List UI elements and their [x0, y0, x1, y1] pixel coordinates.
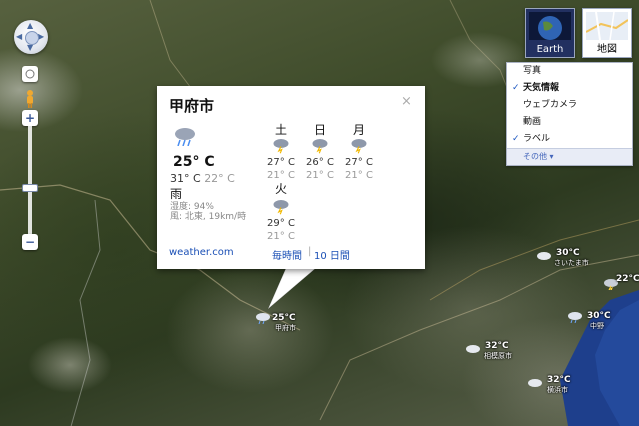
- pan-down-icon[interactable]: ▼: [27, 44, 33, 52]
- zoom-control: + −: [22, 66, 38, 250]
- map-marker-temp: 25°C: [272, 313, 296, 323]
- map-marker-place: 甲府市: [275, 324, 296, 332]
- pegman-icon[interactable]: [25, 90, 35, 108]
- forecast-low: 21° C: [306, 170, 334, 181]
- layer-more-toggle[interactable]: その他 ▾: [507, 148, 632, 165]
- check-icon: ✓: [512, 134, 520, 144]
- layer-item-weather[interactable]: ✓ 天気情報: [507, 80, 632, 97]
- current-low: 22° C: [204, 172, 235, 185]
- close-button[interactable]: ×: [401, 94, 412, 109]
- map-marker-temp: 30°C: [587, 311, 611, 321]
- current-high-low: 31° C 22° C: [170, 172, 235, 185]
- thunderstorm-icon: [312, 139, 328, 154]
- forecast-high: 26° C: [306, 157, 334, 168]
- forecast-day: 火: [259, 180, 303, 197]
- layer-menu: 写真 ✓ 天気情報 ウェブカメラ 動画 ✓ ラベル その他 ▾: [506, 62, 633, 166]
- ten-day-link[interactable]: 10 日間: [314, 247, 350, 262]
- rain-cloud-icon[interactable]: [567, 311, 583, 323]
- rain-cloud-icon[interactable]: [255, 312, 271, 324]
- layer-item-label: 写真: [523, 66, 542, 76]
- cloud-icon[interactable]: [465, 342, 481, 354]
- layer-item-photos[interactable]: 写真: [507, 63, 632, 80]
- map-marker-place: 中野: [590, 322, 604, 330]
- thunderstorm-icon: [273, 139, 289, 154]
- road-map-icon: [586, 12, 628, 40]
- zoom-out-button[interactable]: −: [22, 234, 38, 250]
- forecast-high: 27° C: [267, 157, 295, 168]
- map-marker-place: 相模原市: [484, 352, 512, 360]
- forecast-low: 21° C: [267, 231, 295, 242]
- globe-icon: [529, 12, 571, 40]
- street-view-icon[interactable]: [22, 66, 38, 82]
- map-view-button[interactable]: 地図: [582, 8, 632, 58]
- cloud-icon[interactable]: [536, 249, 552, 261]
- layer-item-label: ウェブカメラ: [523, 100, 578, 110]
- map-marker-temp: 22°C: [616, 274, 639, 284]
- map-marker-temp: 32°C: [485, 341, 509, 351]
- forecast-high: 29° C: [267, 218, 295, 229]
- pan-left-icon[interactable]: ◀: [16, 33, 22, 41]
- map-marker-temp: 30°C: [556, 248, 580, 258]
- forecast-high: 27° C: [345, 157, 373, 168]
- link-separator: |: [308, 246, 312, 257]
- thunderstorm-icon: [351, 139, 367, 154]
- weather-info-window: 甲府市 × 25° C 31° C 22° C 雨 湿度: 94% 風: 北東,…: [157, 86, 425, 269]
- weather-source-link[interactable]: weather.com: [169, 247, 234, 258]
- current-wind: 風: 北東, 19km/時: [170, 212, 247, 222]
- check-icon: ✓: [512, 83, 520, 93]
- rain-cloud-icon: [175, 128, 195, 146]
- cloud-icon[interactable]: [527, 376, 543, 388]
- earth-view-label: Earth: [536, 44, 564, 55]
- layer-item-label: ラベル: [523, 134, 551, 144]
- pan-up-icon[interactable]: ▲: [27, 22, 33, 30]
- thunderstorm-icon: [273, 200, 289, 215]
- compass-center-icon[interactable]: [25, 31, 39, 45]
- map-marker-place: 横浜市: [547, 386, 568, 394]
- forecast-low: 21° C: [345, 170, 373, 181]
- current-temperature: 25° C: [173, 154, 215, 170]
- layer-item-webcams[interactable]: ウェブカメラ: [507, 97, 632, 114]
- pan-control[interactable]: ▲ ▼ ◀ ▶: [14, 20, 48, 54]
- layer-item-labels[interactable]: ✓ ラベル: [507, 131, 632, 148]
- forecast-day-label: 火: [274, 182, 287, 196]
- map-marker-temp: 32°C: [547, 375, 571, 385]
- hourly-link[interactable]: 毎時間: [272, 247, 302, 262]
- zoom-slider-thumb[interactable]: [22, 184, 38, 192]
- map-view-label: 地図: [597, 44, 617, 55]
- map-marker-place: さいたま市: [554, 259, 589, 267]
- earth-view-button[interactable]: Earth: [525, 8, 575, 58]
- layer-item-videos[interactable]: 動画: [507, 114, 632, 131]
- layer-item-label: 天気情報: [523, 83, 560, 93]
- zoom-slider-track[interactable]: [28, 122, 32, 240]
- current-high: 31° C: [170, 172, 201, 185]
- layer-item-label: 動画: [523, 117, 542, 127]
- city-name: 甲府市: [169, 97, 215, 115]
